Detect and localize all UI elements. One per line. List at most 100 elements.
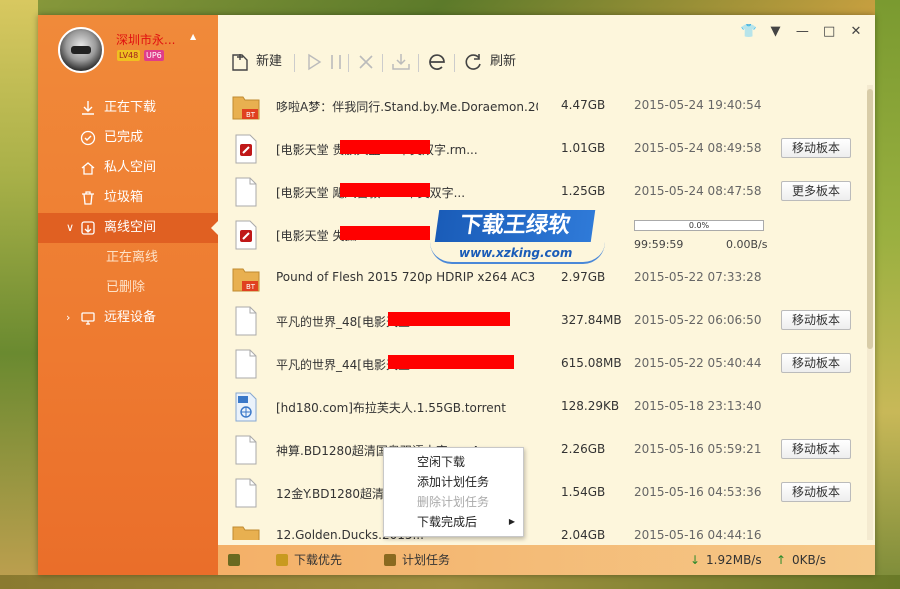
maximize-icon[interactable]: □	[820, 23, 838, 41]
collapse-button[interactable]	[228, 551, 242, 569]
table-row[interactable]: [电影天堂 飓风营救3BD中英双字... 1.25GB 2015-05-24 0…	[218, 171, 875, 214]
file-date: 2015-05-18 23:13:40	[634, 399, 762, 413]
sidebar-item-offline-active[interactable]: 正在离线	[38, 243, 218, 273]
delete-button[interactable]	[356, 49, 376, 75]
scheduled-task-button[interactable]: 计划任务	[384, 551, 450, 569]
table-row[interactable]: 神算.BD1280超清国粤双语中字.mp4 2.26GB 2015-05-16 …	[218, 429, 875, 472]
play-icon	[308, 53, 322, 71]
table-row[interactable]: 平凡的世界_44[电影天堂 615.08MB 2015-05-22 05:40:…	[218, 343, 875, 386]
move-version-button[interactable]: 移动板本	[781, 353, 851, 373]
user-profile[interactable]: 深圳市永... ▲ LV48 UP6	[58, 27, 208, 77]
toolbar-divider	[418, 54, 419, 72]
file-size: 327.84MB	[561, 313, 622, 327]
folder-icon	[232, 526, 260, 540]
redaction-box	[340, 183, 430, 197]
new-button-label: 新建	[256, 54, 283, 69]
sidebar-item-trash[interactable]: 垃圾箱	[38, 183, 218, 213]
menu-icon[interactable]: ▼	[767, 23, 785, 41]
move-version-button[interactable]: 移动板本	[781, 310, 851, 330]
sidebar-item-remote-devices[interactable]: › 远程设备	[38, 303, 218, 333]
table-row[interactable]: BT 哆啦A梦：伴我同行.Stand.by.Me.Doraemon.2014.B…	[218, 85, 875, 128]
table-row[interactable]: 平凡的世界_48[电影天堂 327.84MB 2015-05-22 06:06:…	[218, 300, 875, 343]
scheduled-task-label: 计划任务	[402, 553, 451, 567]
table-row[interactable]: [电影天堂 贵族大盗BD中英双字.rm... 1.01GB 2015-05-24…	[218, 128, 875, 171]
schedule-icon	[384, 554, 396, 566]
watermark-url: www.xzking.com	[459, 246, 573, 260]
username[interactable]: 深圳市永...	[116, 31, 186, 48]
cloud-icon	[81, 221, 95, 235]
chevron-right-icon[interactable]: ›	[66, 303, 70, 333]
avatar[interactable]	[58, 27, 104, 73]
toolbar-divider	[454, 54, 455, 72]
file-date: 2015-05-24 08:49:58	[634, 141, 762, 155]
table-row[interactable]: 12金Y.BD1280超清粤语 1.54GB 2015-05-16 04:53:…	[218, 472, 875, 515]
menu-item-after-download[interactable]: 下载完成后 ▶	[384, 512, 523, 532]
file-date: 2015-05-24 08:47:58	[634, 184, 762, 198]
minimize-icon[interactable]: —	[793, 23, 811, 41]
chevron-down-icon[interactable]: ∨	[66, 213, 74, 243]
progress-bar: 0.0%	[634, 220, 764, 231]
file-size: 128.29KB	[561, 399, 620, 413]
redaction-box	[340, 140, 430, 154]
move-version-button[interactable]: 移动板本	[781, 482, 851, 502]
open-folder-button[interactable]	[390, 49, 412, 75]
skin-icon[interactable]: 👕	[740, 23, 758, 41]
file-size: 2.26GB	[561, 442, 606, 456]
redaction-box	[388, 355, 514, 369]
file-date: 2015-05-22 05:40:44	[634, 356, 762, 370]
close-icon[interactable]: ✕	[847, 23, 865, 41]
check-circle-icon	[80, 130, 96, 146]
level-badge: LV48	[117, 50, 141, 61]
download-tray-icon	[392, 54, 410, 70]
refresh-button[interactable]: 刷新	[462, 49, 526, 75]
new-file-icon	[232, 54, 248, 71]
menu-item-delete-scheduled-task[interactable]: 删除计划任务	[384, 492, 523, 512]
priority-icon	[276, 554, 288, 566]
sidebar-item-label: 正在离线	[106, 250, 159, 265]
file-name: [hd180.com]布拉芙夫人.1.55GB.torrent	[276, 401, 506, 415]
window-controls: 👕 ▼ — □ ✕	[735, 23, 865, 41]
move-version-button[interactable]: 移动板本	[781, 138, 851, 158]
sidebar-item-completed[interactable]: 已完成	[38, 123, 218, 153]
browser-button[interactable]	[426, 49, 448, 75]
file-icon	[235, 177, 257, 207]
menu-item-idle-download[interactable]: 空闲下载	[384, 452, 523, 472]
download-priority-button[interactable]: 下载优先	[276, 551, 342, 569]
file-icon	[235, 478, 257, 508]
file-name: 哆啦A梦：伴我同行.Stand.by.Me.Doraemon.2014.BD..…	[276, 100, 538, 114]
desktop-background-bottom	[0, 575, 900, 589]
table-row[interactable]: 12.Golden.Ducks.2015... 2.04GB 2015-05-1…	[218, 515, 875, 540]
file-size: 1.25GB	[561, 184, 606, 198]
pause-button[interactable]	[328, 49, 344, 75]
sidebar-item-deleted[interactable]: 已删除	[38, 273, 218, 303]
download-progress: 0.0% 99:59:59 0.00B/s	[634, 220, 767, 251]
new-button[interactable]: 新建	[230, 49, 290, 75]
file-icon	[235, 349, 257, 379]
home-icon	[81, 162, 95, 175]
more-versions-button[interactable]: 更多板本	[781, 181, 851, 201]
sidebar-item-label: 垃圾箱	[104, 190, 144, 205]
sidebar-item-label: 离线空间	[104, 220, 157, 235]
rm-file-icon	[235, 134, 257, 164]
trash-icon	[82, 191, 94, 205]
move-version-button[interactable]: 移动板本	[781, 439, 851, 459]
upload-speed-indicator: ↑ 0KB/s	[776, 551, 826, 569]
menu-item-add-scheduled-task[interactable]: 添加计划任务	[384, 472, 523, 492]
file-date: 2015-05-16 04:44:16	[634, 528, 762, 540]
svg-text:BT: BT	[246, 283, 256, 291]
sidebar-item-offline-space[interactable]: ∨ 离线空间	[38, 213, 218, 243]
file-date: 2015-05-16 05:59:21	[634, 442, 762, 456]
watermark-title: 下载王绿软	[434, 210, 596, 242]
scrollbar[interactable]	[867, 85, 873, 540]
redaction-box	[388, 312, 510, 326]
sidebar-item-downloading[interactable]: 正在下载	[38, 93, 218, 123]
chevron-down-icon[interactable]: ▲	[190, 32, 196, 41]
scrollbar-thumb[interactable]	[867, 89, 873, 349]
sidebar-item-label: 已完成	[104, 130, 144, 145]
table-row[interactable]: [hd180.com]布拉芙夫人.1.55GB.torrent 128.29KB…	[218, 386, 875, 429]
sidebar-item-private-space[interactable]: 私人空间	[38, 153, 218, 183]
svg-text:BT: BT	[246, 111, 256, 119]
sidebar-item-label: 私人空间	[104, 160, 157, 175]
start-button[interactable]	[304, 49, 324, 75]
file-date: 2015-05-24 19:40:54	[634, 98, 762, 112]
